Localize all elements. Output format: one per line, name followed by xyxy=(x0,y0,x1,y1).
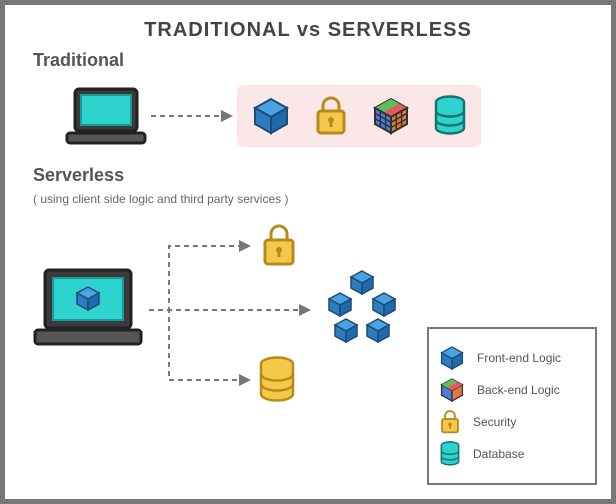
cube-cluster-icon xyxy=(317,270,407,352)
legend-label: Front-end Logic xyxy=(477,351,561,365)
serverless-database-icon xyxy=(257,356,297,406)
legend-label: Security xyxy=(473,415,516,429)
rubik-cube-icon xyxy=(439,377,465,403)
database-icon xyxy=(433,95,467,137)
diagram-frame: TRADITIONAL vs SERVERLESS Traditional xyxy=(0,0,616,504)
cube-icon xyxy=(439,345,465,371)
traditional-row xyxy=(65,85,611,147)
legend-label: Database xyxy=(473,447,524,461)
legend-frontend: Front-end Logic xyxy=(439,345,585,371)
arrow-icon xyxy=(147,106,237,126)
serverless-subtitle: ( using client side logic and third part… xyxy=(33,192,611,206)
diagram-title: TRADITIONAL vs SERVERLESS xyxy=(5,19,611,42)
legend-box: Front-end Logic Back-end Logic Security xyxy=(427,327,597,485)
database-icon xyxy=(439,441,461,467)
client-laptop-icon xyxy=(33,266,143,348)
traditional-label: Traditional xyxy=(33,50,611,71)
legend-database: Database xyxy=(439,441,585,467)
lock-icon xyxy=(439,409,461,435)
traditional-server-group xyxy=(237,85,481,147)
laptop-icon xyxy=(65,85,147,147)
lock-icon xyxy=(313,95,349,137)
rubik-cube-icon xyxy=(371,96,411,136)
cube-icon xyxy=(251,96,291,136)
legend-security: Security xyxy=(439,409,585,435)
security-lock-icon xyxy=(259,222,299,268)
branching-arrows-icon xyxy=(143,218,343,408)
serverless-label: Serverless xyxy=(33,165,611,186)
legend-label: Back-end Logic xyxy=(477,383,560,397)
legend-backend: Back-end Logic xyxy=(439,377,585,403)
